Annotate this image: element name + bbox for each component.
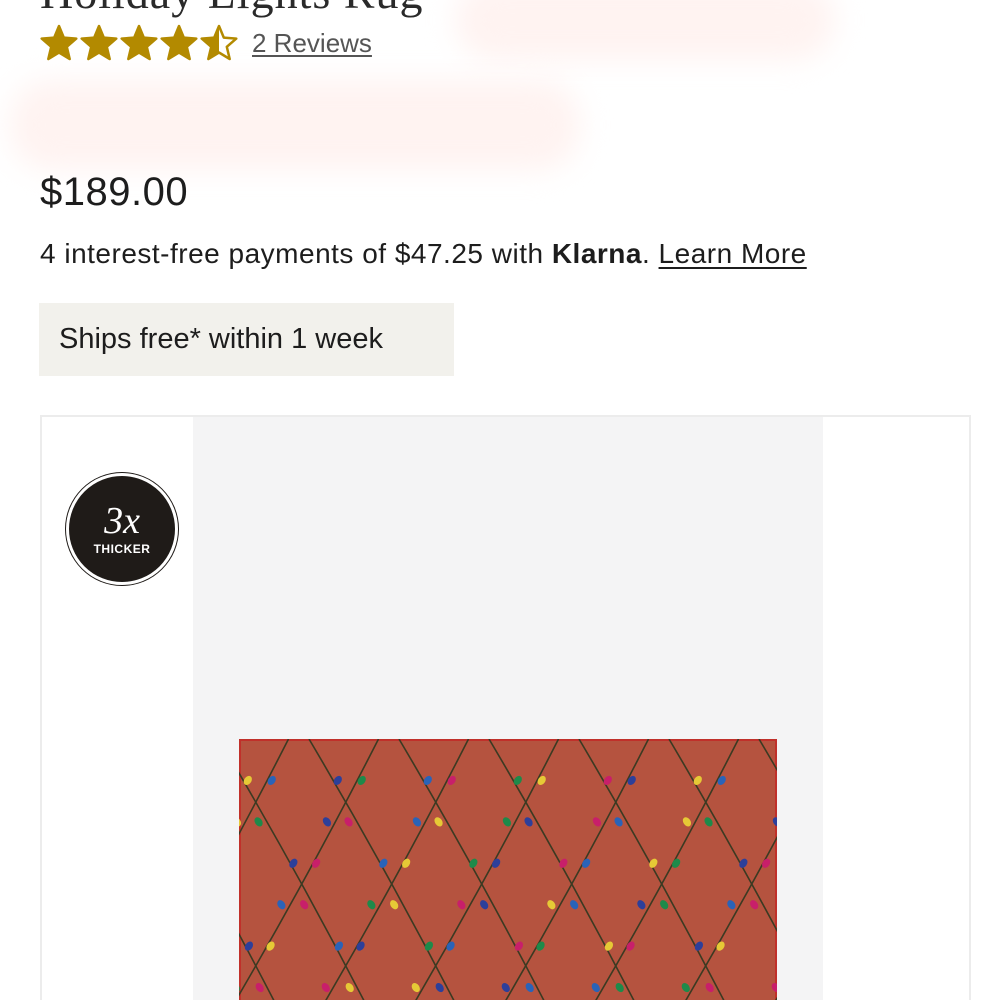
star-full-icon	[120, 24, 158, 61]
financing-suffix: .	[641, 238, 651, 269]
rug-image[interactable]	[239, 739, 777, 1000]
learn-more-link[interactable]: Learn More	[659, 238, 807, 269]
star-half-icon	[200, 24, 238, 61]
thicker-badge-multiplier: 3x	[104, 500, 140, 542]
shipping-badge-text: Ships free* within 1 week	[59, 323, 383, 355]
thicker-badge: 3x THICKER	[66, 473, 178, 585]
product-title: Holiday Lights Rug	[40, 0, 423, 19]
product-image-gallery[interactable]: 3x THICKER	[40, 415, 971, 1000]
redacted-area	[10, 80, 580, 170]
financing-text: 4 interest-free payments of $47.25 with	[40, 238, 544, 269]
financing-line: 4 interest-free payments of $47.25 with …	[40, 238, 807, 270]
product-page: Holiday Lights Rug 2 Reviews $189.00 4 i…	[0, 0, 1000, 1000]
star-rating	[40, 24, 238, 62]
shipping-badge: Ships free* within 1 week	[39, 303, 454, 376]
star-full-icon	[40, 24, 78, 61]
star-full-icon	[80, 24, 118, 61]
klarna-brand: Klarna	[551, 238, 642, 269]
rug-pattern	[239, 739, 777, 1000]
rating-row: 2 Reviews	[40, 24, 372, 62]
star-full-icon	[160, 24, 198, 61]
redacted-area	[455, 0, 835, 60]
product-price: $189.00	[40, 170, 189, 214]
thicker-badge-label: THICKER	[93, 542, 151, 556]
reviews-link[interactable]: 2 Reviews	[252, 28, 372, 59]
